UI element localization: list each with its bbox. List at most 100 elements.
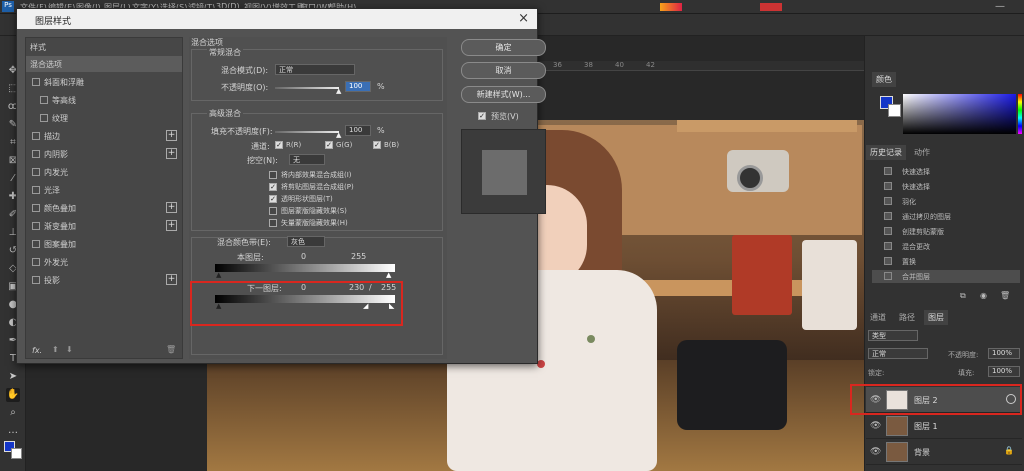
add-icon[interactable]: + <box>166 202 177 213</box>
snapshot-icon[interactable]: ⧉ <box>960 291 966 301</box>
tab-color[interactable]: 颜色 <box>872 72 896 87</box>
option-checkbox[interactable] <box>269 171 277 179</box>
tab-history[interactable]: 历史记录 <box>866 145 906 160</box>
tab-actions[interactable]: 动作 <box>910 145 934 160</box>
layer-name: 图层 1 <box>914 422 938 431</box>
style-item[interactable]: 外发光 <box>26 254 182 270</box>
add-icon[interactable]: + <box>166 274 177 285</box>
slider-thumb-icon[interactable]: ▲ <box>336 87 341 95</box>
style-checkbox[interactable] <box>32 222 40 230</box>
layer-row[interactable]: 👁 背景 🔒 <box>866 439 1022 465</box>
eye-icon[interactable]: 👁 <box>870 447 881 457</box>
history-item[interactable]: 混合更改 <box>872 240 1020 253</box>
new-style-button[interactable]: 新建样式(W)... <box>461 86 546 103</box>
layer-opacity-field[interactable]: 100% <box>988 348 1020 359</box>
ok-button[interactable]: 确定 <box>461 39 546 56</box>
style-checkbox[interactable] <box>32 168 40 176</box>
style-checkbox[interactable] <box>32 150 40 158</box>
advanced-blend-title: 高级混合 <box>207 108 243 119</box>
add-icon[interactable]: + <box>166 148 177 159</box>
trash-icon[interactable]: 🗑 <box>1000 291 1010 300</box>
tab-layers[interactable]: 图层 <box>924 310 948 325</box>
blend-mode-select[interactable]: 正常 <box>275 64 355 75</box>
style-item[interactable]: 等高线 <box>26 92 182 108</box>
opacity-slider[interactable] <box>275 87 339 89</box>
style-label: 描边 <box>44 132 60 141</box>
style-checkbox[interactable] <box>32 78 40 86</box>
style-item[interactable]: 内发光 <box>26 164 182 180</box>
history-item[interactable]: 羽化 <box>872 195 1020 208</box>
style-item[interactable]: 混合选项 <box>26 56 182 72</box>
flower-dot <box>537 360 545 368</box>
history-item[interactable]: 通过拷贝的图层 <box>872 210 1020 223</box>
opacity-field[interactable]: 100 <box>345 81 371 92</box>
history-item[interactable]: 合并图层 <box>872 270 1020 283</box>
style-item[interactable]: 投影 + <box>26 272 182 288</box>
background-color-icon[interactable] <box>11 448 22 459</box>
color-bg-swatch[interactable] <box>888 104 901 117</box>
color-field[interactable] <box>903 94 1016 134</box>
layer-row[interactable]: 👁 图层 1 <box>866 413 1022 439</box>
cancel-button[interactable]: 取消 <box>461 62 546 79</box>
style-checkbox[interactable] <box>32 204 40 212</box>
option-checkbox[interactable] <box>269 207 277 215</box>
channel-b-checkbox[interactable]: ✓ <box>373 141 381 149</box>
style-item[interactable]: 内阴影 + <box>26 146 182 162</box>
zoom-tool-icon[interactable]: ⌕ <box>6 406 20 420</box>
add-icon[interactable]: + <box>166 220 177 231</box>
fx-icon[interactable]: fx. <box>32 346 42 355</box>
style-item[interactable]: 渐变叠加 + <box>26 218 182 234</box>
style-checkbox[interactable] <box>32 258 40 266</box>
history-item[interactable]: 置换 <box>872 255 1020 268</box>
style-checkbox[interactable] <box>40 96 48 104</box>
layer-kind-filter[interactable]: 类型 <box>868 330 918 341</box>
trash-icon[interactable]: 🗑 <box>166 345 176 354</box>
hue-slider[interactable] <box>1018 94 1022 134</box>
channel-r-checkbox[interactable]: ✓ <box>275 141 283 149</box>
style-item[interactable]: 颜色叠加 + <box>26 200 182 216</box>
black-slider-icon[interactable]: ▲ <box>216 271 221 279</box>
eye-icon[interactable]: 👁 <box>870 421 881 431</box>
preview-checkbox[interactable]: ✓ <box>478 112 486 120</box>
history-item[interactable]: 快速选择 <box>872 180 1020 193</box>
hand-tool-icon[interactable]: ✋ <box>6 388 20 402</box>
slider-thumb-icon[interactable]: ▲ <box>336 131 341 139</box>
style-item[interactable]: 图案叠加 <box>26 236 182 252</box>
blend-if-select[interactable]: 灰色 <box>287 236 325 247</box>
add-icon[interactable]: + <box>166 130 177 141</box>
option-checkbox[interactable]: ✓ <box>269 195 277 203</box>
knockout-label: 挖空(N): <box>247 156 278 165</box>
fill-opacity-field[interactable]: 100 <box>345 125 371 136</box>
style-item[interactable]: 光泽 <box>26 182 182 198</box>
layer-fill-field[interactable]: 100% <box>988 366 1020 377</box>
style-item[interactable]: 描边 + <box>26 128 182 144</box>
fill-opacity-slider[interactable] <box>275 131 339 133</box>
style-checkbox[interactable] <box>32 132 40 140</box>
option-label: 透明形状图层(T) <box>281 195 333 203</box>
arrow-up-icon[interactable]: ⬆ <box>52 345 59 354</box>
camera-icon[interactable]: ◉ <box>980 291 987 300</box>
minimize-icon[interactable]: — <box>995 1 1005 12</box>
history-item[interactable]: 创建剪贴蒙版 <box>872 225 1020 238</box>
option-checkbox[interactable]: ✓ <box>269 183 277 191</box>
this-layer-gradient[interactable] <box>215 264 395 272</box>
style-checkbox[interactable] <box>32 240 40 248</box>
channel-g-checkbox[interactable]: ✓ <box>325 141 333 149</box>
arrow-down-icon[interactable]: ⬇ <box>66 345 73 354</box>
more-tools-icon[interactable]: … <box>6 424 20 438</box>
history-item[interactable]: 快速选择 <box>872 165 1020 178</box>
style-checkbox[interactable] <box>32 186 40 194</box>
style-item[interactable]: 纹理 <box>26 110 182 126</box>
tab-channels[interactable]: 通道 <box>866 310 890 325</box>
style-item[interactable]: 斜面和浮雕 <box>26 74 182 90</box>
path-select-icon[interactable]: ➤ <box>6 370 20 384</box>
knockout-select[interactable]: 无 <box>289 154 325 165</box>
ruler-tick: 38 <box>584 61 593 69</box>
white-slider-icon[interactable]: ▲ <box>386 271 391 279</box>
style-checkbox[interactable] <box>40 114 48 122</box>
layer-blend-mode[interactable]: 正常 <box>868 348 928 359</box>
tab-paths[interactable]: 路径 <box>895 310 919 325</box>
style-checkbox[interactable] <box>32 276 40 284</box>
close-icon[interactable]: × <box>518 11 529 26</box>
option-checkbox[interactable] <box>269 219 277 227</box>
